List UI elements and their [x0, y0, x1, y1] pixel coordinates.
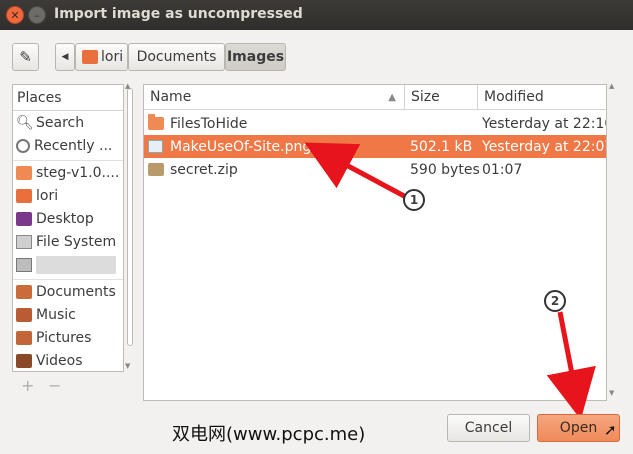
sidebar-item-blurred-label [36, 256, 116, 274]
edit-location-button[interactable]: ✎ [12, 43, 39, 71]
add-place-button[interactable]: + [21, 376, 34, 395]
sidebar-item-label: Documents [36, 284, 116, 300]
image-file-icon [148, 140, 163, 153]
music-icon [16, 308, 32, 322]
file-modified: Yesterday at 22:10 [482, 115, 607, 132]
file-row[interactable]: secret.zip 590 bytes 01:07 [144, 158, 606, 181]
sidebar-item-label: File System [36, 234, 117, 250]
breadcrumb-images[interactable]: Images [225, 43, 286, 71]
file-name: MakeUseOf-Site.png [170, 138, 312, 155]
file-name: secret.zip [170, 161, 238, 178]
callout-1-badge: 1 [403, 189, 425, 211]
callout-2-badge: 2 [544, 290, 566, 312]
column-header-modified[interactable]: Modified [478, 85, 606, 110]
sidebar-item-label: Desktop [36, 211, 94, 227]
file-modified: 01:07 [482, 161, 523, 178]
sidebar-item-search[interactable]: 🔍︎ Search [16, 112, 123, 134]
sort-ascending-icon: ▲ [388, 91, 396, 103]
callout-2-label: 2 [550, 294, 560, 308]
places-scrollbar[interactable]: ▲ ▼ [124, 82, 135, 372]
sidebar-item-pictures[interactable]: Pictures [16, 327, 123, 349]
sidebar-item-disk[interactable] [16, 254, 123, 276]
sidebar-item-steg[interactable]: steg-v1.0.... [16, 162, 123, 184]
column-header-size[interactable]: Size [405, 85, 478, 110]
open-label: Open [559, 420, 598, 436]
title-bar: ✕ – Import image as uncompressed [0, 0, 633, 30]
breadcrumb-documents[interactable]: Documents [128, 43, 225, 71]
documents-icon [16, 285, 32, 299]
places-header: Places [13, 85, 123, 111]
videos-icon [16, 354, 32, 368]
pencil-icon: ✎ [19, 48, 32, 66]
column-label: Size [411, 89, 440, 105]
chevron-left-icon: ◀ [61, 52, 69, 62]
home-folder-icon [82, 50, 98, 64]
sidebar-item-label: Search [36, 115, 85, 131]
open-button[interactable]: Open ➚ [537, 414, 620, 442]
breadcrumb-lori[interactable]: lori [75, 43, 128, 71]
disk-icon [16, 258, 32, 272]
file-size: 502.1 kB [410, 138, 473, 155]
sidebar-item-label: Videos [36, 353, 83, 369]
file-list-scrollbar[interactable]: ▲ ▼ [607, 82, 620, 401]
archive-icon [148, 163, 164, 176]
desktop-icon [16, 212, 32, 226]
sidebar-item-videos[interactable]: Videos [16, 350, 123, 371]
sidebar-item-desktop[interactable]: Desktop [16, 208, 123, 230]
column-label: Modified [484, 89, 544, 105]
column-label: Name [150, 89, 192, 105]
pictures-icon [16, 331, 32, 345]
breadcrumb-label: Images [226, 49, 285, 65]
mouse-cursor-icon: ➚ [604, 421, 617, 439]
file-list: Name ▲ Size Modified FilesToHide Yesterd… [143, 84, 607, 401]
close-window-button[interactable]: ✕ [6, 6, 24, 24]
folder-icon [16, 166, 32, 180]
breadcrumb-label: lori [101, 49, 124, 65]
watermark: 双电网(www.pcpc.me) [172, 424, 366, 445]
drive-icon [16, 235, 32, 249]
file-row[interactable]: FilesToHide Yesterday at 22:10 [144, 112, 606, 135]
remove-place-button[interactable]: − [48, 376, 61, 395]
sidebar-item-filesystem[interactable]: File System [16, 231, 123, 253]
file-row-selected[interactable]: MakeUseOf-Site.png 502.1 kB Yesterday at… [144, 135, 606, 158]
sidebar-item-label: Music [36, 307, 76, 323]
clock-icon [16, 139, 30, 153]
sidebar-item-label: steg-v1.0.... [36, 165, 120, 181]
column-header-name[interactable]: Name ▲ [144, 85, 405, 110]
cancel-label: Cancel [464, 420, 513, 436]
file-modified: Yesterday at 22:07 [482, 138, 607, 155]
home-icon [16, 189, 32, 203]
breadcrumb-label: Documents [136, 49, 217, 65]
sidebar-item-label: Pictures [36, 330, 92, 346]
sidebar-item-recent[interactable]: Recently ... [16, 135, 123, 157]
sidebar-item-label: lori [36, 188, 59, 204]
window-title: Import image as uncompressed [54, 6, 303, 22]
search-icon: 🔍︎ [16, 115, 34, 131]
file-name: FilesToHide [170, 115, 248, 132]
sidebar-item-lori[interactable]: lori [16, 185, 123, 207]
sidebar-item-music[interactable]: Music [16, 304, 123, 326]
callout-1-label: 1 [409, 193, 419, 207]
minimize-window-button[interactable]: – [28, 6, 46, 24]
file-size: 590 bytes [410, 161, 480, 178]
folder-icon [148, 114, 164, 130]
sidebar-item-documents[interactable]: Documents [16, 281, 123, 303]
places-sidebar: Places 🔍︎ Search Recently ... steg-v1.0.… [12, 84, 124, 372]
breadcrumb-back-button[interactable]: ◀ [55, 43, 75, 71]
cancel-button[interactable]: Cancel [447, 414, 530, 442]
sidebar-item-label: Recently ... [34, 138, 113, 154]
